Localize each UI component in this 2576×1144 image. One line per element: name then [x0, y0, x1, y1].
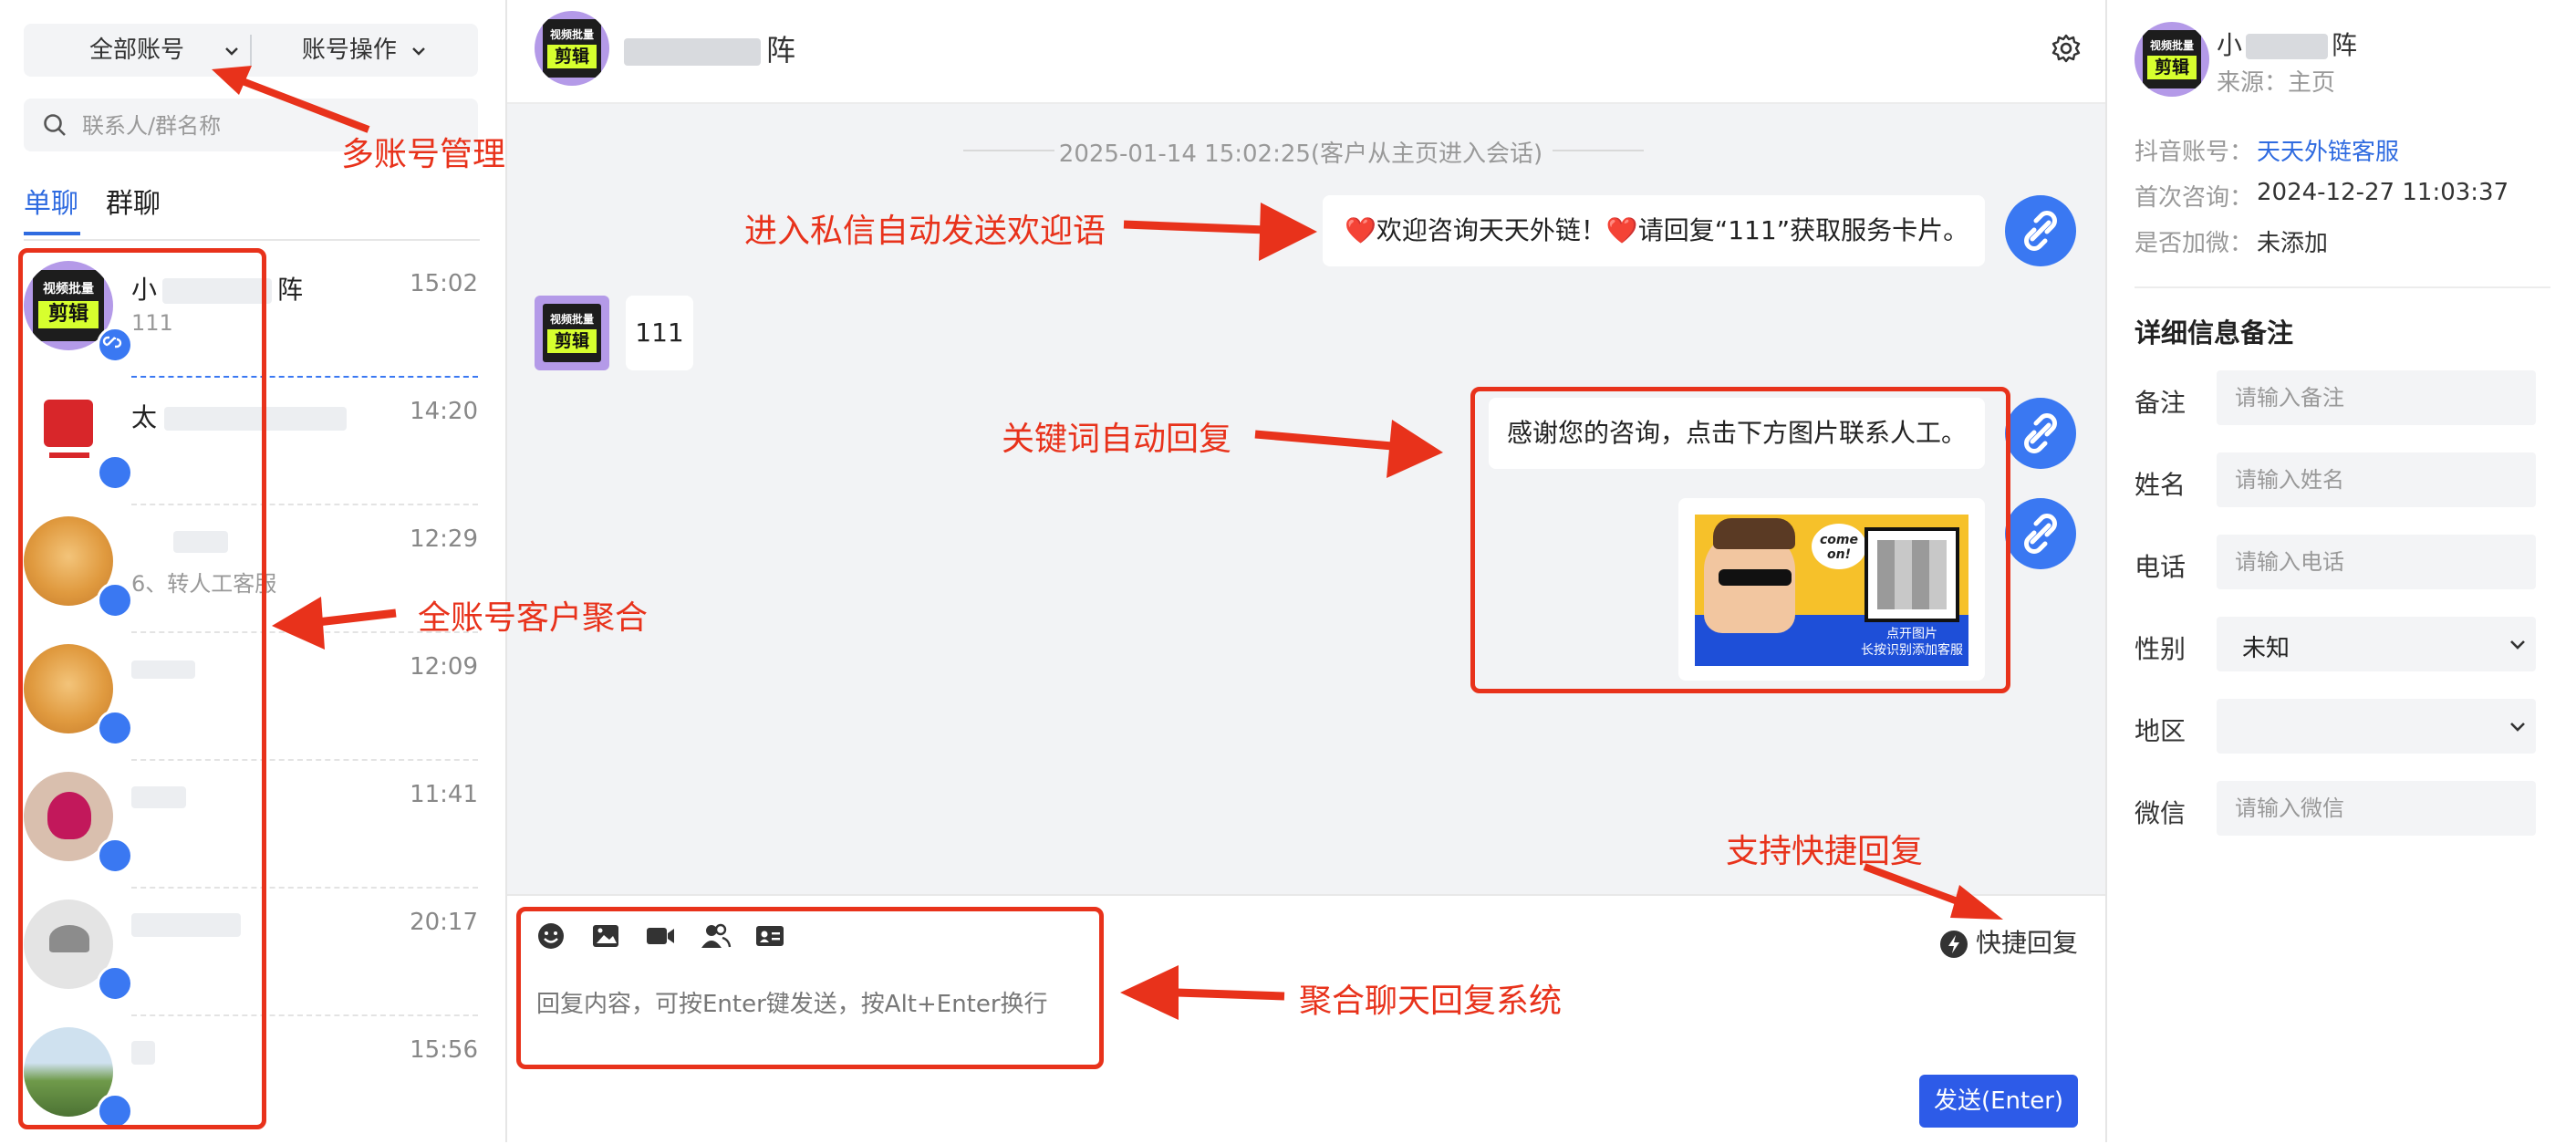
chat-timestamp: 2025-01-14 15:02:25(客户从主页进入会话): [1058, 140, 1543, 168]
chevron-down-icon: [2510, 723, 2525, 732]
logo-frame: 视频批量 剪辑: [543, 304, 601, 362]
divider: [2135, 286, 2550, 288]
all-accounts-dropdown[interactable]: 全部账号: [24, 24, 250, 77]
conversation-time: 11:41: [410, 781, 478, 808]
logo-text-bottom: 剪辑: [547, 329, 597, 353]
account-ops-label: 账号操作: [301, 36, 397, 64]
remark-input[interactable]: [2217, 370, 2536, 425]
tab-group-chat[interactable]: 群聊: [106, 181, 161, 221]
annotation-reply-system: 聚合聊天回复系统: [1299, 983, 1563, 1020]
region-select[interactable]: [2217, 699, 2536, 754]
avatar: 视频批量 剪辑: [535, 11, 609, 86]
redacted-text: [2246, 34, 2329, 59]
phone-input[interactable]: [2217, 535, 2536, 589]
logo-text-bottom: 剪辑: [2147, 56, 2197, 79]
wechat-added-label: 是否加微：: [2135, 230, 2254, 257]
section-title: 详细信息备注: [2135, 317, 2294, 348]
conversation-time: 12:29: [410, 525, 478, 553]
name-input[interactable]: [2217, 452, 2536, 507]
customer-source: 来源：主页: [2217, 69, 2336, 97]
all-accounts-label: 全部账号: [88, 36, 184, 64]
welcome-message: ❤️欢迎咨询天天外链！❤️请回复“111”获取服务卡片。: [1323, 195, 1985, 266]
logo-frame: 视频批量 剪辑: [543, 19, 601, 78]
user-message: 111: [626, 296, 693, 370]
quick-reply-button[interactable]: 快捷回复: [1939, 923, 2078, 960]
wechat-input[interactable]: [2217, 781, 2536, 836]
account-ops-dropdown[interactable]: 账号操作: [252, 24, 478, 77]
douyin-account-label: 抖音账号：: [2135, 139, 2254, 166]
chevron-down-icon: [225, 47, 238, 56]
remark-label: 备注: [2135, 388, 2186, 418]
region-label: 地区: [2135, 716, 2186, 746]
redacted-text: [624, 38, 761, 66]
annotation-quick: 支持快捷回复: [1726, 833, 1924, 870]
annotation-aggregate: 全账号客户聚合: [418, 599, 649, 637]
conversation-time: 15:56: [410, 1036, 478, 1064]
douyin-account-link[interactable]: 天天外链客服: [2257, 133, 2399, 167]
logo-text-top: 视频批量: [549, 313, 594, 326]
chat-title: 阵: [624, 27, 795, 69]
conversation-time: 20:17: [410, 909, 478, 936]
conversation-time: 12:09: [410, 653, 478, 681]
chevron-down-icon: [2510, 640, 2525, 650]
chat-header: 视频批量 剪辑 阵: [507, 0, 2105, 104]
annotation-box-conversations: [18, 248, 266, 1129]
customer-info-panel: 视频批量 剪辑 小阵 来源：主页 抖音账号： 天天外链客服 首次咨询： 2024…: [2105, 0, 2576, 1142]
annotation-welcome: 进入私信自动发送欢迎语: [744, 213, 1106, 250]
logo-text-top: 视频批量: [549, 28, 594, 41]
gender-value: 未知: [2242, 635, 2290, 662]
send-button[interactable]: 发送(Enter): [1919, 1075, 2078, 1128]
annotation-keyword: 关键词自动回复: [1002, 421, 1232, 458]
conversation-time: 14:20: [410, 398, 478, 425]
link-icon: [2005, 398, 2076, 469]
logo-text-bottom: 剪辑: [547, 45, 597, 68]
search-icon: [44, 114, 66, 136]
first-contact-value: 2024-12-27 11:03:37: [2257, 179, 2509, 206]
annotation-box-keyword-reply: [1470, 387, 2010, 693]
tab-single-chat[interactable]: 单聊: [24, 181, 78, 221]
account-toolbar: 全部账号 账号操作: [24, 24, 478, 77]
logo-text-top: 视频批量: [2149, 39, 2194, 52]
annotation-box-composer: [516, 907, 1104, 1069]
phone-label: 电话: [2135, 552, 2186, 582]
avatar: 视频批量 剪辑: [535, 296, 609, 370]
conversation-time: 15:02: [410, 270, 478, 297]
annotation-multi-account: 多账号管理: [341, 136, 506, 173]
wechat-label: 微信: [2135, 798, 2186, 828]
gender-label: 性别: [2135, 634, 2186, 664]
lightning-icon: [1939, 931, 1968, 958]
logo-frame: 视频批量 剪辑: [2143, 30, 2201, 88]
customer-name: 小阵: [2217, 30, 2358, 60]
link-icon: [2005, 498, 2076, 569]
divider: [24, 239, 480, 241]
wechat-added-value: 未添加: [2257, 230, 2329, 257]
avatar: 视频批量 剪辑: [2135, 22, 2209, 97]
name-label: 姓名: [2135, 470, 2186, 500]
gear-icon[interactable]: [2051, 33, 2082, 64]
active-tab-indicator: [24, 232, 80, 235]
chevron-down-icon: [412, 47, 425, 56]
gender-select[interactable]: 未知: [2217, 617, 2536, 671]
link-icon: [2005, 195, 2076, 266]
first-contact-label: 首次咨询：: [2135, 184, 2254, 212]
